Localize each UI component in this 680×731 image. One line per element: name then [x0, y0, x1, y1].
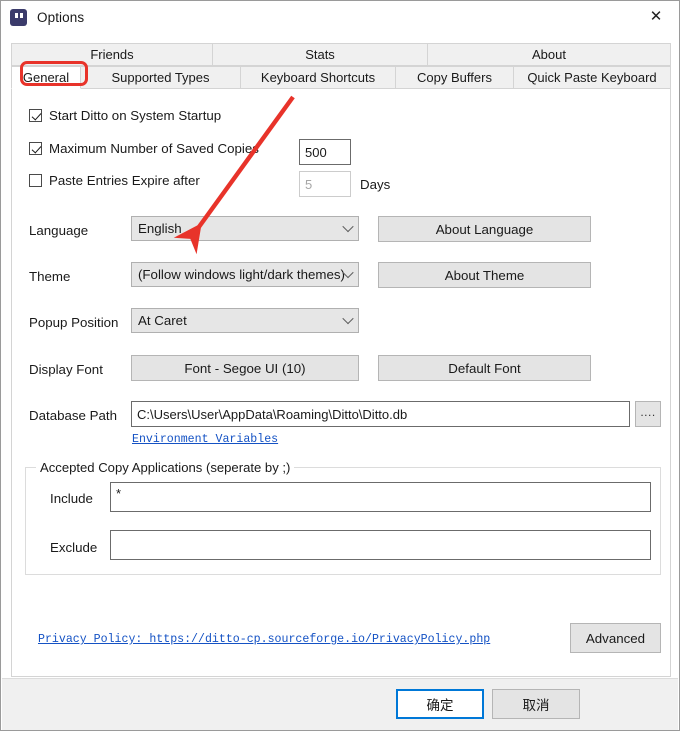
tab-strip: Friends Stats About General Supported Ty… — [11, 43, 671, 89]
accepted-copy-applications-group: Accepted Copy Applications (seperate by … — [25, 460, 661, 575]
popup-position-dropdown[interactable]: At Caret — [131, 308, 359, 333]
advanced-button[interactable]: Advanced — [570, 623, 661, 653]
max-copies-checkbox-row[interactable]: Maximum Number of Saved Copies — [29, 141, 259, 156]
language-dropdown[interactable]: English — [131, 216, 359, 241]
cancel-button[interactable]: 取消 — [492, 689, 580, 719]
tab-stats[interactable]: Stats — [213, 43, 428, 66]
dialog-footer: 确定 取消 — [2, 678, 678, 730]
tab-general[interactable]: General — [11, 66, 81, 89]
max-copies-input[interactable]: 500 — [299, 139, 351, 165]
default-font-button[interactable]: Default Font — [378, 355, 591, 381]
popup-position-label: Popup Position — [29, 315, 119, 330]
database-path-label: Database Path — [29, 408, 117, 423]
theme-dropdown[interactable]: (Follow windows light/dark themes) — [131, 262, 359, 287]
close-icon[interactable]: ✕ — [633, 1, 679, 32]
ok-button[interactable]: 确定 — [396, 689, 484, 719]
chevron-down-icon — [342, 312, 354, 324]
tab-supported-types[interactable]: Supported Types — [81, 66, 241, 89]
exclude-label: Exclude — [50, 540, 98, 555]
include-label: Include — [50, 491, 93, 506]
tab-copy-buffers[interactable]: Copy Buffers — [396, 66, 514, 89]
title-bar: Options ✕ — [1, 1, 679, 33]
chevron-down-icon — [342, 220, 354, 232]
privacy-policy-link[interactable]: Privacy Policy: https://ditto-cp.sourcef… — [38, 633, 490, 646]
tab-quick-paste-keyboard[interactable]: Quick Paste Keyboard — [514, 66, 671, 89]
display-font-button[interactable]: Font - Segoe UI (10) — [131, 355, 359, 381]
expire-checkbox[interactable] — [29, 174, 42, 187]
options-window: Options ✕ Friends Stats About General Su… — [0, 0, 680, 731]
language-label: Language — [29, 223, 89, 238]
tab-about[interactable]: About — [428, 43, 671, 66]
theme-label: Theme — [29, 269, 71, 284]
max-copies-checkbox-label: Maximum Number of Saved Copies — [49, 141, 259, 156]
tab-friends[interactable]: Friends — [11, 43, 213, 66]
environment-variables-link[interactable]: Environment Variables — [132, 433, 278, 446]
tab-row-bottom: General Supported Types Keyboard Shortcu… — [11, 66, 671, 89]
display-font-label: Display Font — [29, 362, 103, 377]
exclude-input[interactable] — [110, 530, 651, 560]
popup-position-value: At Caret — [138, 313, 187, 328]
about-theme-button[interactable]: About Theme — [378, 262, 591, 288]
general-tab-panel: Start Ditto on System Startup Maximum Nu… — [11, 89, 671, 677]
startup-checkbox[interactable] — [29, 109, 42, 122]
about-language-button[interactable]: About Language — [378, 216, 591, 242]
expire-days-input[interactable]: 5 — [299, 171, 351, 197]
database-path-input[interactable]: C:\Users\User\AppData\Roaming\Ditto\Ditt… — [131, 401, 630, 427]
tab-row-top: Friends Stats About — [11, 43, 671, 66]
accepted-copy-applications-title: Accepted Copy Applications (seperate by … — [36, 460, 295, 475]
browse-database-button[interactable]: .... — [635, 401, 661, 427]
tab-keyboard-shortcuts[interactable]: Keyboard Shortcuts — [241, 66, 396, 89]
expire-checkbox-label: Paste Entries Expire after — [49, 173, 200, 188]
expire-days-units-label: Days — [360, 177, 391, 192]
ditto-app-icon — [10, 8, 27, 26]
language-value: English — [138, 221, 182, 236]
include-input[interactable]: * — [110, 482, 651, 512]
startup-checkbox-label: Start Ditto on System Startup — [49, 108, 222, 123]
max-copies-checkbox[interactable] — [29, 142, 42, 155]
theme-value: (Follow windows light/dark themes) — [138, 267, 345, 282]
startup-checkbox-row[interactable]: Start Ditto on System Startup — [29, 108, 221, 123]
expire-checkbox-row[interactable]: Paste Entries Expire after — [29, 173, 200, 188]
window-title: Options — [37, 9, 85, 25]
